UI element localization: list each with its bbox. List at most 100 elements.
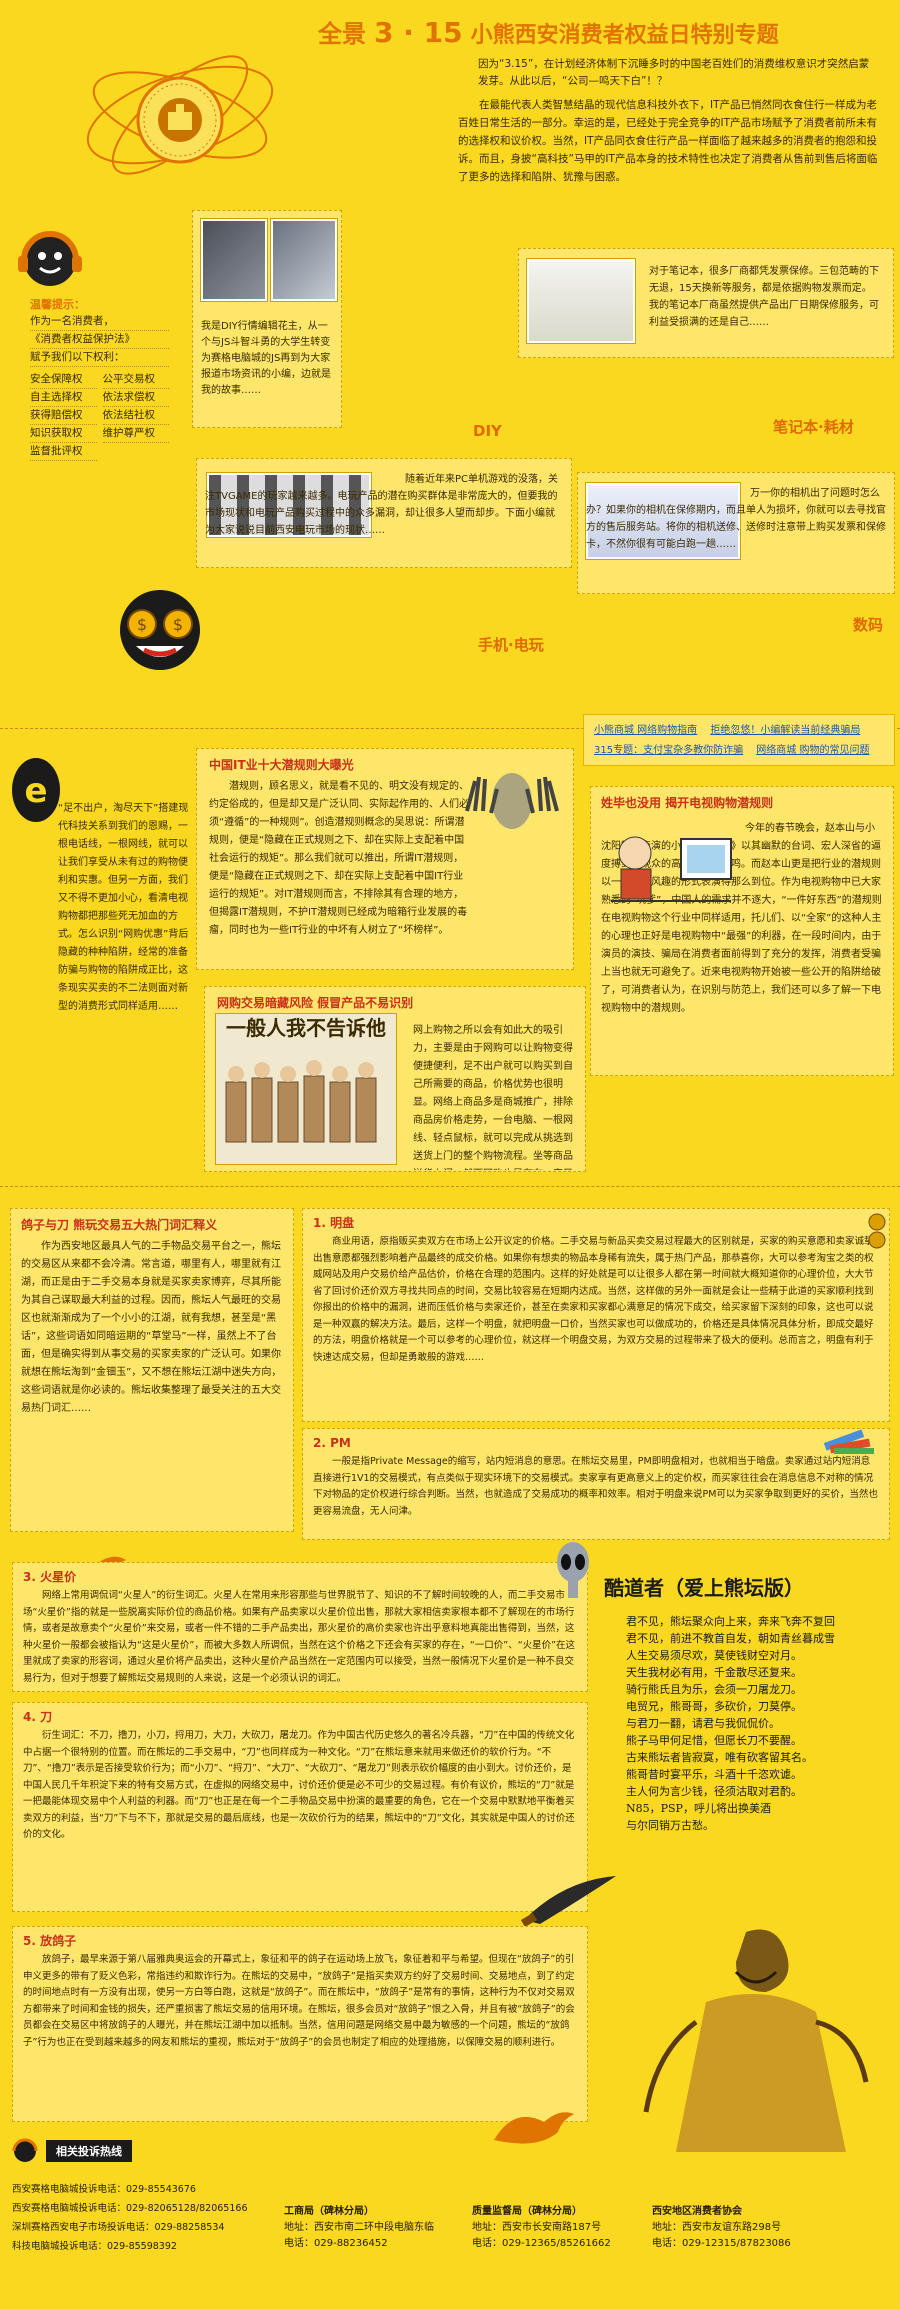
tv-rules-panel[interactable]: 姓毕也没用 揭开电视购物潜规则 今年的春节晚会，赵本山与小沈阳等人表演的小品《不… xyxy=(590,786,894,1076)
poem-line: 君不见，前进不教首自发，朝如青丝暮成雪 xyxy=(626,1632,835,1645)
hotline-col-addr: 地址：西安市友谊东路298号 xyxy=(652,2222,782,2233)
diy-photo-1 xyxy=(201,219,267,301)
hotline-col-2: 质量监督局（碑林分局） 地址：西安市长安南路187号 电话：029-12365/… xyxy=(472,2204,642,2252)
poem-line: 人生交易须尽欢，莫使钱财空对月。 xyxy=(626,1649,802,1662)
rights-line-1: 《消费者权益保护法》 xyxy=(30,331,169,349)
shopping-risk-image: 一般人我不告诉他 xyxy=(215,1013,397,1165)
hotline-phone[interactable]: 029-82065128/82065166 xyxy=(126,2203,247,2214)
diy-tag[interactable]: DIY xyxy=(473,422,502,440)
hotline-row: 科技电脑城投诉电话：029-85598392 xyxy=(12,2237,272,2256)
hotline-col-name: 质量监督局（碑林分局） xyxy=(472,2206,582,2217)
divider xyxy=(0,1186,900,1187)
hotline-col-phone[interactable]: 电话：029-88236452 xyxy=(284,2236,464,2252)
hotline-mascot-icon xyxy=(12,2138,38,2162)
term-5-text: 放鸽子，最早来源于第八届雅典奥运会的开幕式上，象征和平的鸽子在运动场上放飞，象征… xyxy=(23,1954,575,2048)
svg-text:$: $ xyxy=(173,615,183,634)
diy-panel[interactable]: 我是DIY行情编辑花主，从一个与JS斗智斗勇的大学生转变为赛格电脑城的JS再到为… xyxy=(192,210,342,428)
hotline-phone[interactable]: 029-85598392 xyxy=(107,2241,177,2252)
right-item: 监督批评权 xyxy=(30,443,97,461)
hotline-phone[interactable]: 029-85543676 xyxy=(126,2184,196,2195)
header-intro-2: 在最能代表人类智慧结晶的现代信息科技外衣下，IT产品已悄然同衣食住行一样成为老百… xyxy=(458,96,878,186)
poem-lines: 君不见，熊坛聚众向上来，奔来飞奔不复回 君不见，前进不教首自发，朝如青丝暮成雪 … xyxy=(626,1613,886,1834)
diy-text: 我是DIY行情编辑花主，从一个与JS斗智斗勇的大学生转变为赛格电脑城的JS再到为… xyxy=(201,321,331,396)
header-intro: 因为“3.15”，在计划经济体制下沉睡多时的中国老百姓们的消费维权意识才突然启蒙… xyxy=(478,56,878,90)
shopping-risk-panel[interactable]: 网购交易暗藏风险 假冒产品不易识别 一般人我不告诉他 网上购物之所以会有如此大的… xyxy=(204,986,586,1172)
intro-text-2: 在最能代表人类智慧结晶的现代信息科技外衣下，IT产品已悄然同衣食住行一样成为老百… xyxy=(458,99,878,183)
poem-title: 酷道者（爱上熊坛版） xyxy=(604,1576,804,1600)
title-prefix: 全景 xyxy=(318,20,366,48)
hotline-row: 深圳赛格西安电子市场投诉电话：029-88258534 xyxy=(12,2218,272,2237)
title-suffix: 小熊西安消费者权益日特别专题 xyxy=(470,23,779,48)
term-3-title: 3. 火星价 xyxy=(23,1570,77,1584)
page-title: 全景 3 · 15 小熊西安消费者权益日特别专题 xyxy=(318,14,878,52)
intro-text: 因为“3.15”，在计划经济体制下沉睡多时的中国老百姓们的消费维权意识才突然启蒙… xyxy=(478,58,870,87)
term-1-panel: 1. 明盘 商业用语，原指贩买卖双方在市场上公开议定的价格。二手交易与新品买卖交… xyxy=(302,1208,890,1422)
hotline-col-3: 西安地区消费者协会 地址：西安市友谊东路298号 电话：029-12315/87… xyxy=(652,2204,852,2252)
term-3-panel: 3. 火星价 网络上常用调侃词“火星人”的衍生词汇。火星人在常用来形容那些与世界… xyxy=(12,1562,588,1692)
right-item: 安全保障权 xyxy=(30,371,97,389)
mascot-e-icon: e xyxy=(6,750,66,830)
notebook-tag[interactable]: 笔记本·耗材 xyxy=(773,416,854,437)
phone-tag[interactable]: 手机·电玩 xyxy=(478,634,544,655)
svg-text:$: $ xyxy=(137,615,147,634)
hotline-col-name: 西安地区消费者协会 xyxy=(652,2206,742,2217)
shopping-risk-title[interactable]: 网购交易暗藏风险 假冒产品不易识别 xyxy=(217,995,573,1012)
poem-line: 君不见，熊坛聚众向上来，奔来飞奔不复回 xyxy=(626,1615,835,1628)
terms-panel: 鸽子与刀 熊玩交易五大热门词汇释义 作为西安地区最具人气的二手物品交易平台之一，… xyxy=(10,1208,294,1532)
intro-side-text: “足不出户，淘尽天下”搭建现代科技关系到我们的恩赐，一根电话线，一根网线，就可以… xyxy=(58,800,192,1016)
right-item: 获得赔偿权 xyxy=(30,407,97,425)
poem-panel: 酷道者（爱上熊坛版） 君不见，熊坛聚众向上来，奔来飞奔不复回 君不见，前进不教首… xyxy=(596,1572,896,2182)
notebook-panel[interactable]: 对于笔记本，很多厂商都凭发票保修。三包范畴的下无退，15天换新等服务，都是依据购… xyxy=(518,248,894,358)
ad-link[interactable]: 315专题：支付宝杂多教你防诈骗 xyxy=(594,745,743,756)
ad-link[interactable]: 小熊商城 网络购物指南 xyxy=(594,725,697,736)
right-item: 依法求偿权 xyxy=(102,389,169,407)
poem-line: 电贸兄，熊哥哥，多砍价，刀莫停。 xyxy=(626,1700,802,1713)
digital-panel[interactable]: 万一你的相机出了问题时怎么办？如果你的相机在保修期内，而且单人为损坏，你就可以去… xyxy=(577,472,895,594)
right-item: 依法结社权 xyxy=(102,407,169,425)
hotline-col-addr: 地址：西安市长安南路187号 xyxy=(472,2222,602,2233)
shopping-risk-text: 网上购物之所以会有如此大的吸引力，主要是由于网购可以让购物变得便捷便利，足不出户… xyxy=(413,1025,573,1170)
coins-icon xyxy=(862,1212,892,1252)
hotline-col-phone[interactable]: 电话：029-12315/87823086 xyxy=(652,2236,852,2252)
ad-links-row-1: 小熊商城 网络购物指南 拒绝忽悠！小编解读当前经典骗局 xyxy=(594,721,884,741)
hotline-row: 西安赛格电脑城投诉电话：029-85543676 xyxy=(12,2180,272,2199)
term-1-title: 1. 明盘 xyxy=(313,1216,355,1230)
hotline-name: 科技电脑城投诉电话： xyxy=(12,2241,108,2252)
term-2-panel: 2. PM 一般是指Private Message的缩写，站内短消息的意思。在熊… xyxy=(302,1428,890,1540)
terms-intro-text: 作为西安地区最具人气的二手物品交易平台之一，熊坛的交易区从来都不会冷清。常言道，… xyxy=(21,1241,282,1414)
ad-link[interactable]: 拒绝忽悠！小编解读当前经典骗局 xyxy=(710,725,860,736)
poem-line: 与尔同销万古愁。 xyxy=(626,1819,714,1832)
mascot-money-icon: $ $ xyxy=(110,580,210,680)
alien-icon xyxy=(548,1540,598,1600)
diy-photo-2 xyxy=(271,219,337,301)
term-4-title: 4. 刀 xyxy=(23,1710,53,1724)
term-3-text: 网络上常用调侃词“火星人”的衍生词汇。火星人在常用来形容那些与世界脱节了、知识的… xyxy=(23,1590,576,1684)
it-rules-panel[interactable]: 中国IT业十大潜规则大曝光 潜规则，顾名思义，就是看不见的、明文没有规定的、约定… xyxy=(196,748,574,970)
hotline-col-phone[interactable]: 电话：029-12365/85261662 xyxy=(472,2236,642,2252)
digital-tag[interactable]: 数码 xyxy=(853,614,883,635)
tv-cartoon-illustration xyxy=(601,819,741,909)
tv-rules-title[interactable]: 姓毕也没用 揭开电视购物潜规则 xyxy=(601,795,883,812)
rights-panel: 温馨提示： 作为一名消费者， 《消费者权益保护法》 赋予我们以下权利： 安全保障… xyxy=(22,290,177,530)
term-1-text: 商业用语，原指贩买卖双方在市场上公开议定的价格。二手交易与新品买卖交易过程最大的… xyxy=(313,1236,874,1363)
term-2-title: 2. PM xyxy=(313,1436,351,1450)
hotline-title: 相关投诉热线 xyxy=(46,2140,132,2162)
poem-line: N85，PSP，呼儿将出换美酒 xyxy=(626,1802,771,1815)
term-5-title: 5. 放鸽子 xyxy=(23,1934,77,1948)
digital-text: 万一你的相机出了问题时怎么办？如果你的相机在保修期内，而且单人为损坏，你就可以去… xyxy=(586,488,886,550)
ad-link[interactable]: 网络商城 购物的常见问题 xyxy=(756,745,869,756)
hotline-col-1: 工商局（碑林分局） 地址：西安市南二环中段电脑东临 电话：029-8823645… xyxy=(284,2204,464,2252)
poem-line: 天生我材必有用，千金散尽还复来。 xyxy=(626,1666,802,1679)
shadow-hands-illustration xyxy=(457,751,567,861)
header-logo xyxy=(80,30,280,200)
poem-line: 熊哥昔时宴平乐，斗酒十千恣欢谑。 xyxy=(626,1768,802,1781)
phone-panel[interactable]: 随着近年来PC单机游戏的没落，关注TVGAME的玩家越来越多。电玩产品的潜在购买… xyxy=(196,458,572,568)
poem-line: 古来熊坛者皆寂寞，唯有砍客留其名。 xyxy=(626,1751,813,1764)
term-2-text: 一般是指Private Message的缩写，站内短消息的意思。在熊坛交易里，P… xyxy=(313,1456,878,1517)
shopping-risk-image-text: 一般人我不告诉他 xyxy=(226,1016,386,1040)
term-4-text: 衍生词汇：不刀，撸刀，小刀，捋用刀，大刀，大砍刀，屠龙刀。作为中国古代历史悠久的… xyxy=(23,1730,575,1840)
title-315: 3 · 15 xyxy=(374,16,463,49)
bird-bottom-icon xyxy=(488,2100,578,2160)
notebook-text: 对于笔记本，很多厂商都凭发票保修。三包范畴的下无退，15天换新等服务，都是依据购… xyxy=(649,266,879,328)
hotline-phone[interactable]: 029-88258534 xyxy=(155,2222,225,2233)
